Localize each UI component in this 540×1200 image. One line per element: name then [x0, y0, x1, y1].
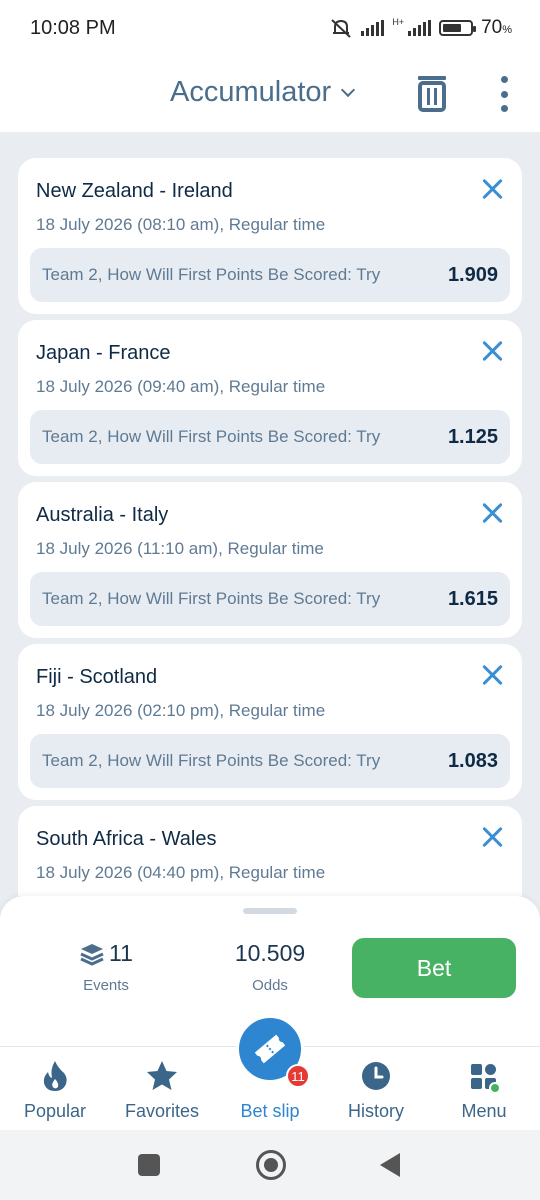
- home-icon[interactable]: [256, 1150, 286, 1180]
- status-time: 10:08 PM: [30, 16, 116, 39]
- network-type: H+: [392, 16, 405, 27]
- recent-apps-icon[interactable]: [138, 1154, 160, 1176]
- bet-card: Australia - Italy 18 July 2026 (11:10 am…: [18, 482, 522, 638]
- selection-text: Team 2, How Will First Points Be Scored:…: [42, 265, 381, 284]
- more-options-icon[interactable]: [496, 74, 512, 114]
- nav-menu[interactable]: Menu: [434, 1059, 534, 1122]
- battery-icon: [439, 20, 477, 36]
- battery-percent: 70%: [481, 17, 512, 38]
- trash-icon[interactable]: [416, 74, 448, 112]
- ticket-icon: [254, 1034, 286, 1064]
- system-nav-bar: [0, 1130, 540, 1200]
- nav-menu-label: Menu: [461, 1101, 507, 1121]
- match-datetime: 18 July 2026 (08:10 am), Regular time: [36, 215, 326, 234]
- clock-icon: [362, 1062, 390, 1090]
- drag-handle[interactable]: [243, 908, 297, 914]
- selection-row[interactable]: Team 2, How Will First Points Be Scored:…: [30, 248, 510, 302]
- back-icon[interactable]: [380, 1153, 400, 1177]
- selection-row[interactable]: Team 2, How Will First Points Be Scored:…: [30, 572, 510, 626]
- selection-odds: 1.909: [447, 264, 498, 286]
- nav-history[interactable]: History: [326, 1059, 426, 1122]
- nav-bet-slip-label: Bet slip: [240, 1101, 300, 1121]
- nav-favorites-label: Favorites: [124, 1101, 200, 1121]
- nav-popular-label: Popular: [23, 1101, 87, 1121]
- signal-icon-2: [408, 20, 432, 36]
- stack-layers-icon: [80, 943, 104, 966]
- match-name: Australia - Italy: [36, 504, 169, 526]
- selection-text: Team 2, How Will First Points Be Scored:…: [42, 427, 381, 446]
- nav-popular[interactable]: Popular: [5, 1059, 105, 1122]
- match-datetime: 18 July 2026 (02:10 pm), Regular time: [36, 701, 326, 720]
- odds-label: Odds: [252, 977, 288, 994]
- match-datetime: 18 July 2026 (04:40 pm), Regular time: [36, 863, 326, 882]
- grid-menu-icon: [471, 1064, 500, 1093]
- nav-history-label: History: [347, 1101, 404, 1121]
- page-title: Accumulator: [170, 76, 332, 108]
- bet-list: New Zealand - Ireland 18 July 2026 (08:1…: [18, 158, 522, 896]
- bet-card: South Africa - Wales 18 July 2026 (04:40…: [18, 806, 522, 896]
- chevron-down-icon: [341, 82, 356, 97]
- odds-summary: 10.509 Odds: [222, 940, 318, 994]
- match-name: Japan - France: [36, 342, 171, 364]
- selection-odds: 1.615: [447, 588, 498, 610]
- selection-text: Team 2, How Will First Points Be Scored:…: [42, 751, 381, 770]
- events-label: Events: [83, 977, 129, 994]
- match-name: Fiji - Scotland: [36, 666, 158, 688]
- bet-type-dropdown[interactable]: Accumulator: [170, 76, 356, 109]
- match-name: South Africa - Wales: [36, 828, 217, 850]
- selection-row[interactable]: Team 2, How Will First Points Be Scored:…: [30, 734, 510, 788]
- bet-button[interactable]: Bet: [352, 938, 516, 998]
- match-datetime: 18 July 2026 (09:40 am), Regular time: [36, 377, 326, 396]
- close-icon[interactable]: [481, 502, 503, 524]
- signal-icon: [361, 20, 385, 36]
- selection-odds: 1.125: [447, 426, 498, 448]
- bet-card: Fiji - Scotland 18 July 2026 (02:10 pm),…: [18, 644, 522, 800]
- selection-row[interactable]: Team 2, How Will First Points Be Scored:…: [30, 410, 510, 464]
- status-bar: 10:08 PM H+ 70%: [0, 0, 540, 56]
- flame-icon: [43, 1061, 67, 1091]
- events-summary: 11 Events: [76, 940, 136, 994]
- bet-card: New Zealand - Ireland 18 July 2026 (08:1…: [18, 158, 522, 314]
- bet-card: Japan - France 18 July 2026 (09:40 am), …: [18, 320, 522, 476]
- selection-odds: 1.083: [447, 750, 498, 772]
- star-icon: [147, 1061, 177, 1090]
- match-datetime: 18 July 2026 (11:10 am), Regular time: [36, 539, 324, 558]
- bet-slip-count-badge: 11: [286, 1064, 310, 1088]
- app-header: Accumulator: [0, 56, 540, 132]
- match-name: New Zealand - Ireland: [36, 180, 233, 202]
- nav-favorites[interactable]: Favorites: [112, 1059, 212, 1122]
- close-icon[interactable]: [481, 664, 503, 686]
- selection-text: Team 2, How Will First Points Be Scored:…: [42, 589, 381, 608]
- total-odds: 10.509: [234, 940, 306, 966]
- close-icon[interactable]: [481, 826, 503, 848]
- close-icon[interactable]: [481, 340, 503, 362]
- close-icon[interactable]: [481, 178, 503, 200]
- muted-bell-icon: [331, 19, 351, 38]
- events-count: 11: [109, 940, 133, 966]
- status-icons: H+ 70%: [329, 17, 512, 39]
